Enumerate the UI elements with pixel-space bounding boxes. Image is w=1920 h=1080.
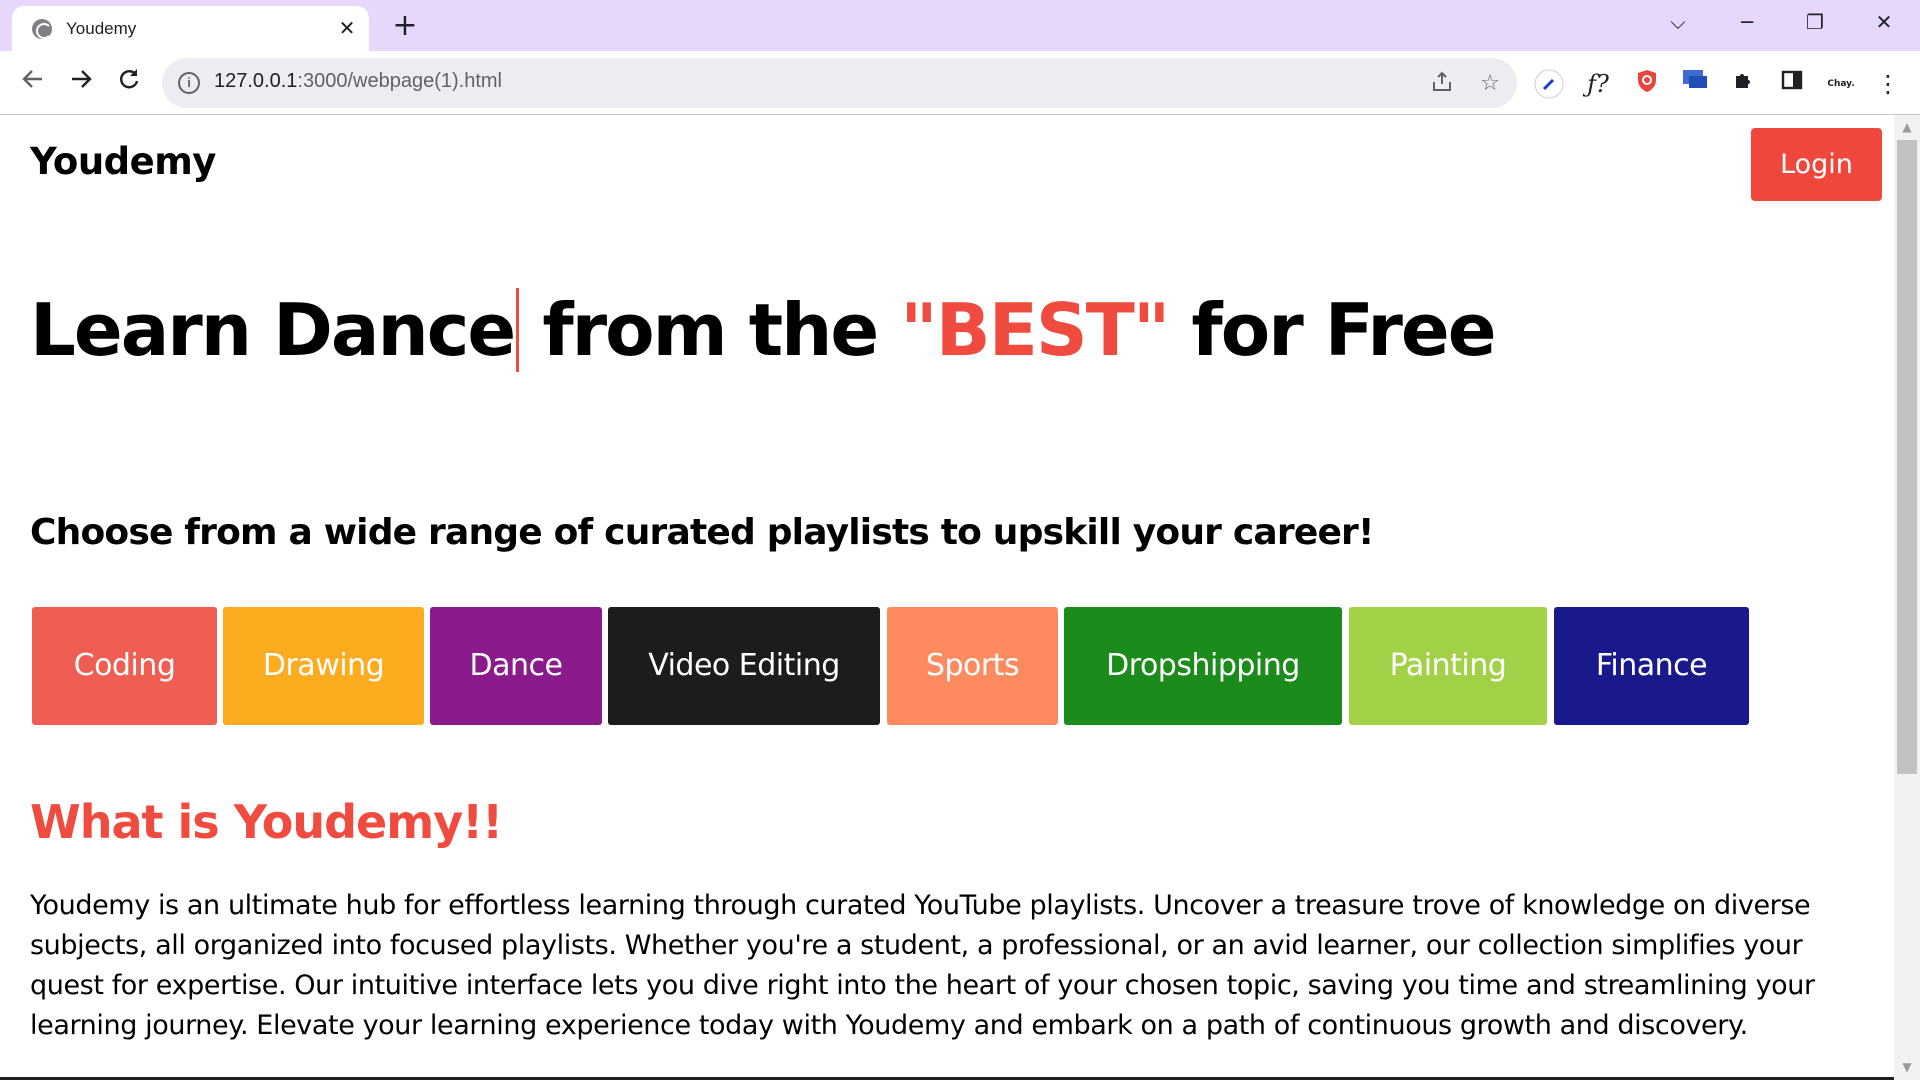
tab-title: Youdemy [66,19,137,38]
tab-close-icon[interactable]: ✕ [334,15,360,41]
chrome-divider [0,114,1920,115]
forward-arrow-icon[interactable] [64,66,98,100]
hero-heading: Learn Dance from the "BEST" for Free [30,288,1497,372]
restore-button[interactable]: ❐ [1793,8,1837,36]
minimize-button[interactable]: ─ [1725,8,1769,36]
hero-prefix: Learn [30,288,274,372]
scroll-down-icon[interactable]: ▼ [1898,1058,1916,1076]
chay-extension-icon[interactable]: Chay. [1825,68,1857,100]
hero-suffix: for Free [1168,288,1496,372]
category-dropshipping-button[interactable]: Dropshipping [1064,607,1342,725]
font-finder-icon[interactable]: ƒ? [1582,68,1614,100]
scrollbar-thumb[interactable] [1897,140,1917,774]
info-icon[interactable]: i [178,72,200,94]
share-icon[interactable] [1428,70,1456,98]
category-dance-button[interactable]: Dance [430,607,602,725]
login-button[interactable]: Login [1751,128,1882,201]
category-finance-button[interactable]: Finance [1554,607,1749,725]
reload-icon[interactable] [112,66,146,100]
playlist-subheading: Choose from a wide range of curated play… [30,512,1374,553]
hero-typed-word: Dance [273,288,520,372]
category-video-editing-button[interactable]: Video Editing [608,607,880,725]
hero-highlight: "BEST" [900,288,1170,372]
side-panel-icon[interactable] [1776,68,1808,100]
screen-extension-icon[interactable] [1679,68,1711,100]
close-window-button[interactable]: ✕ [1862,8,1906,36]
extensions-puzzle-icon[interactable] [1728,68,1760,100]
tab-search-chevron-icon[interactable]: ⌵ [1656,8,1700,36]
category-sports-button[interactable]: Sports [887,607,1058,725]
shield-icon[interactable] [1631,68,1663,100]
hero-middle: from the [519,288,901,372]
star-icon[interactable]: ☆ [1476,70,1504,98]
globe-icon [32,19,52,39]
site-logo[interactable]: Youdemy [30,140,216,183]
menu-dots-icon[interactable]: ⋮ [1872,68,1904,100]
category-coding-button[interactable]: Coding [32,607,217,725]
back-arrow-icon[interactable] [16,66,50,100]
browser-tab[interactable]: Youdemy ✕ [12,6,369,51]
extension-pen-icon[interactable] [1533,68,1565,100]
category-painting-button[interactable]: Painting [1349,607,1547,725]
about-paragraph: Youdemy is an ultimate hub for effortles… [30,890,1815,1041]
category-drawing-button[interactable]: Drawing [223,607,424,725]
scroll-up-icon[interactable]: ▲ [1898,118,1916,136]
about-title: What is Youdemy!! [30,795,503,849]
url-text[interactable]: 127.0.0.1:3000/webpage(1).html [214,70,502,93]
new-tab-button[interactable]: + [388,10,422,44]
